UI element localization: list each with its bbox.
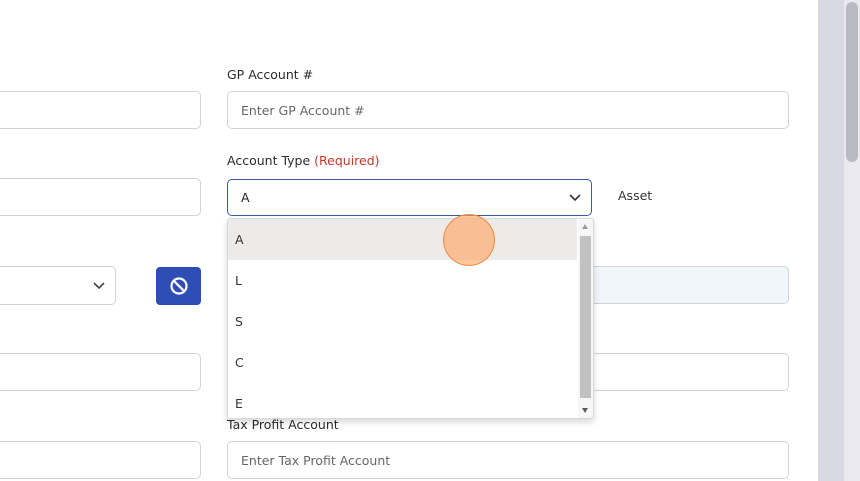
tax-profit-placeholder: Enter Tax Profit Account xyxy=(241,452,391,468)
left-field-3[interactable] xyxy=(0,353,201,391)
tax-profit-input[interactable]: Enter Tax Profit Account xyxy=(227,441,789,479)
account-type-dropdown[interactable]: A L S C E xyxy=(227,218,594,419)
scroll-down-icon[interactable] xyxy=(582,408,588,413)
block-icon xyxy=(169,277,188,295)
gp-account-placeholder: Enter GP Account # xyxy=(241,102,365,118)
account-type-value: A xyxy=(241,190,250,205)
gp-account-label: GP Account # xyxy=(227,67,314,82)
chevron-down-icon xyxy=(569,193,581,201)
option-label: A xyxy=(235,232,244,247)
block-button[interactable] xyxy=(156,267,201,305)
click-indicator xyxy=(443,214,495,266)
account-type-label: Account Type (Required) xyxy=(227,153,380,168)
dropdown-option[interactable]: S xyxy=(228,301,577,342)
left-select[interactable] xyxy=(0,266,116,305)
form-page: GP Account # Enter GP Account # Account … xyxy=(0,0,818,481)
account-type-label-text: Account Type xyxy=(227,153,311,168)
chevron-down-icon xyxy=(93,281,105,289)
dropdown-scrollbar[interactable] xyxy=(578,219,593,418)
dropdown-option[interactable]: E xyxy=(228,383,577,418)
account-type-description: Asset xyxy=(618,188,653,203)
option-label: C xyxy=(235,355,244,370)
page-scroll-thumb[interactable] xyxy=(846,2,858,162)
option-label: E xyxy=(235,396,243,411)
tax-profit-label: Tax Profit Account xyxy=(227,417,339,432)
left-field-1[interactable] xyxy=(0,91,201,129)
required-tag: (Required) xyxy=(314,153,380,168)
option-label: S xyxy=(235,314,243,329)
dropdown-option[interactable]: A xyxy=(228,219,577,260)
gp-account-input[interactable]: Enter GP Account # xyxy=(227,91,789,129)
account-type-select[interactable]: A xyxy=(227,179,592,216)
scroll-up-icon[interactable] xyxy=(582,224,588,229)
option-label: L xyxy=(235,273,242,288)
left-field-4[interactable] xyxy=(0,441,201,479)
dropdown-option[interactable]: L xyxy=(228,260,577,301)
page-scrollbar[interactable] xyxy=(818,0,860,481)
left-field-2[interactable] xyxy=(0,178,201,216)
dropdown-option[interactable]: C xyxy=(228,342,577,383)
dropdown-scroll-thumb[interactable] xyxy=(580,236,591,398)
